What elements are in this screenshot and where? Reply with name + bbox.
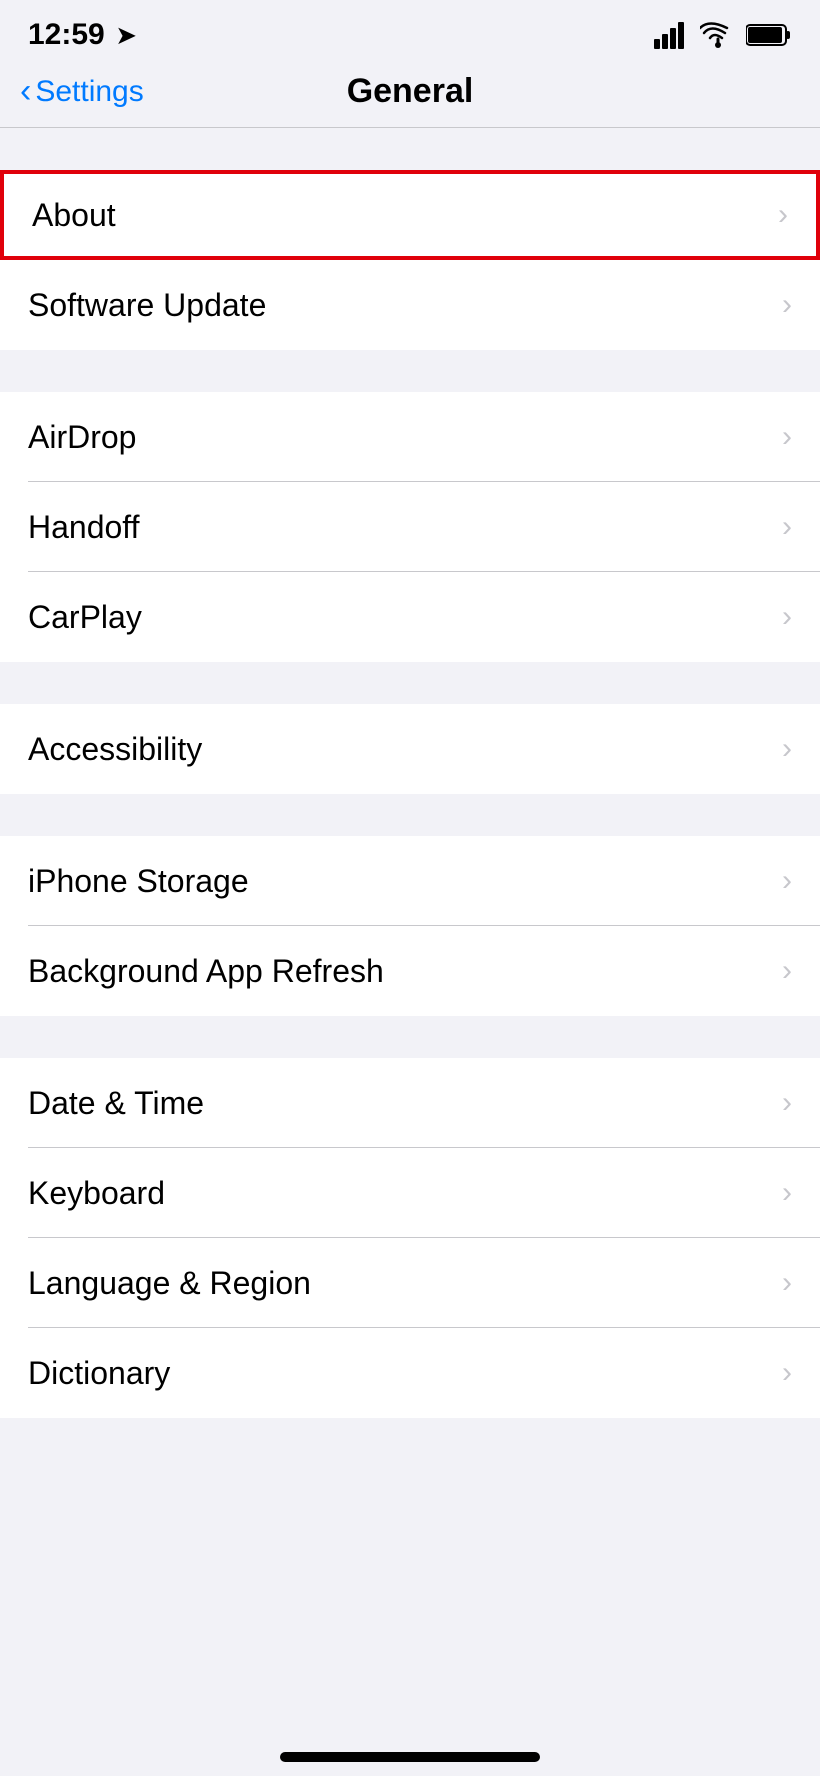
row-handoff[interactable]: Handoff ›: [0, 482, 820, 572]
wifi-icon: [700, 21, 736, 49]
row-keyboard-label: Keyboard: [28, 1175, 165, 1212]
row-language-region-label: Language & Region: [28, 1265, 311, 1302]
row-keyboard[interactable]: Keyboard ›: [0, 1148, 820, 1238]
status-time: 12:59: [28, 18, 105, 51]
section-connectivity: AirDrop › Handoff › CarPlay ›: [0, 392, 820, 662]
row-date-time-label: Date & Time: [28, 1085, 204, 1122]
row-airdrop-label: AirDrop: [28, 419, 136, 456]
row-carplay-chevron: ›: [782, 600, 792, 634]
row-accessibility-chevron: ›: [782, 732, 792, 766]
battery-icon: [746, 22, 792, 48]
row-accessibility-label: Accessibility: [28, 731, 202, 768]
row-airdrop-chevron: ›: [782, 420, 792, 454]
row-about-label: About: [32, 197, 116, 234]
row-date-time[interactable]: Date & Time ›: [0, 1058, 820, 1148]
row-airdrop[interactable]: AirDrop ›: [0, 392, 820, 482]
row-iphone-storage-chevron: ›: [782, 864, 792, 898]
location-icon: ➤: [115, 20, 137, 50]
row-keyboard-chevron: ›: [782, 1176, 792, 1210]
row-dictionary-chevron: ›: [782, 1356, 792, 1390]
section-gap-6: [0, 1460, 820, 1502]
row-about[interactable]: About ›: [0, 170, 820, 260]
row-date-time-chevron: ›: [782, 1086, 792, 1120]
row-background-app-refresh-chevron: ›: [782, 954, 792, 988]
page-wrapper: 12:59 ➤: [0, 0, 820, 1776]
row-dictionary-label: Dictionary: [28, 1355, 170, 1392]
section-storage: iPhone Storage › Background App Refresh …: [0, 836, 820, 1016]
status-bar: 12:59 ➤: [0, 0, 820, 62]
row-iphone-storage[interactable]: iPhone Storage ›: [0, 836, 820, 926]
row-background-app-refresh[interactable]: Background App Refresh ›: [0, 926, 820, 1016]
row-carplay-label: CarPlay: [28, 599, 142, 636]
row-language-region[interactable]: Language & Region ›: [0, 1238, 820, 1328]
section-gap-2: [0, 662, 820, 704]
section-gap-1: [0, 350, 820, 392]
section-gap-5: [0, 1418, 820, 1460]
section-gap-4: [0, 1016, 820, 1058]
section-gap-3: [0, 794, 820, 836]
row-handoff-label: Handoff: [28, 509, 140, 546]
row-dictionary[interactable]: Dictionary ›: [0, 1328, 820, 1418]
section-accessibility: Accessibility ›: [0, 704, 820, 794]
back-button[interactable]: ‹ Settings: [20, 75, 144, 109]
back-label: Settings: [35, 75, 143, 109]
row-software-update[interactable]: Software Update ›: [0, 260, 820, 350]
section-gap-0: [0, 128, 820, 170]
nav-bar: ‹ Settings General: [0, 62, 820, 127]
status-left: 12:59 ➤: [28, 18, 137, 52]
row-software-update-label: Software Update: [28, 287, 266, 324]
scroll-content: About › Software Update › AirDrop › Hand…: [0, 128, 820, 1732]
page-title: General: [347, 72, 474, 111]
row-accessibility[interactable]: Accessibility ›: [0, 704, 820, 794]
row-handoff-chevron: ›: [782, 510, 792, 544]
section-about: About › Software Update ›: [0, 170, 820, 350]
row-about-chevron: ›: [778, 198, 788, 232]
home-indicator: [0, 1732, 820, 1776]
section-locale: Date & Time › Keyboard › Language & Regi…: [0, 1058, 820, 1418]
row-software-update-chevron: ›: [782, 288, 792, 322]
status-icons: [654, 21, 792, 49]
signal-icon: [654, 21, 690, 49]
row-language-region-chevron: ›: [782, 1266, 792, 1300]
row-carplay[interactable]: CarPlay ›: [0, 572, 820, 662]
row-iphone-storage-label: iPhone Storage: [28, 863, 249, 900]
section-gap-7: [0, 1502, 820, 1544]
row-background-app-refresh-label: Background App Refresh: [28, 953, 384, 990]
home-bar: [280, 1752, 540, 1762]
back-chevron-icon: ‹: [20, 74, 31, 108]
